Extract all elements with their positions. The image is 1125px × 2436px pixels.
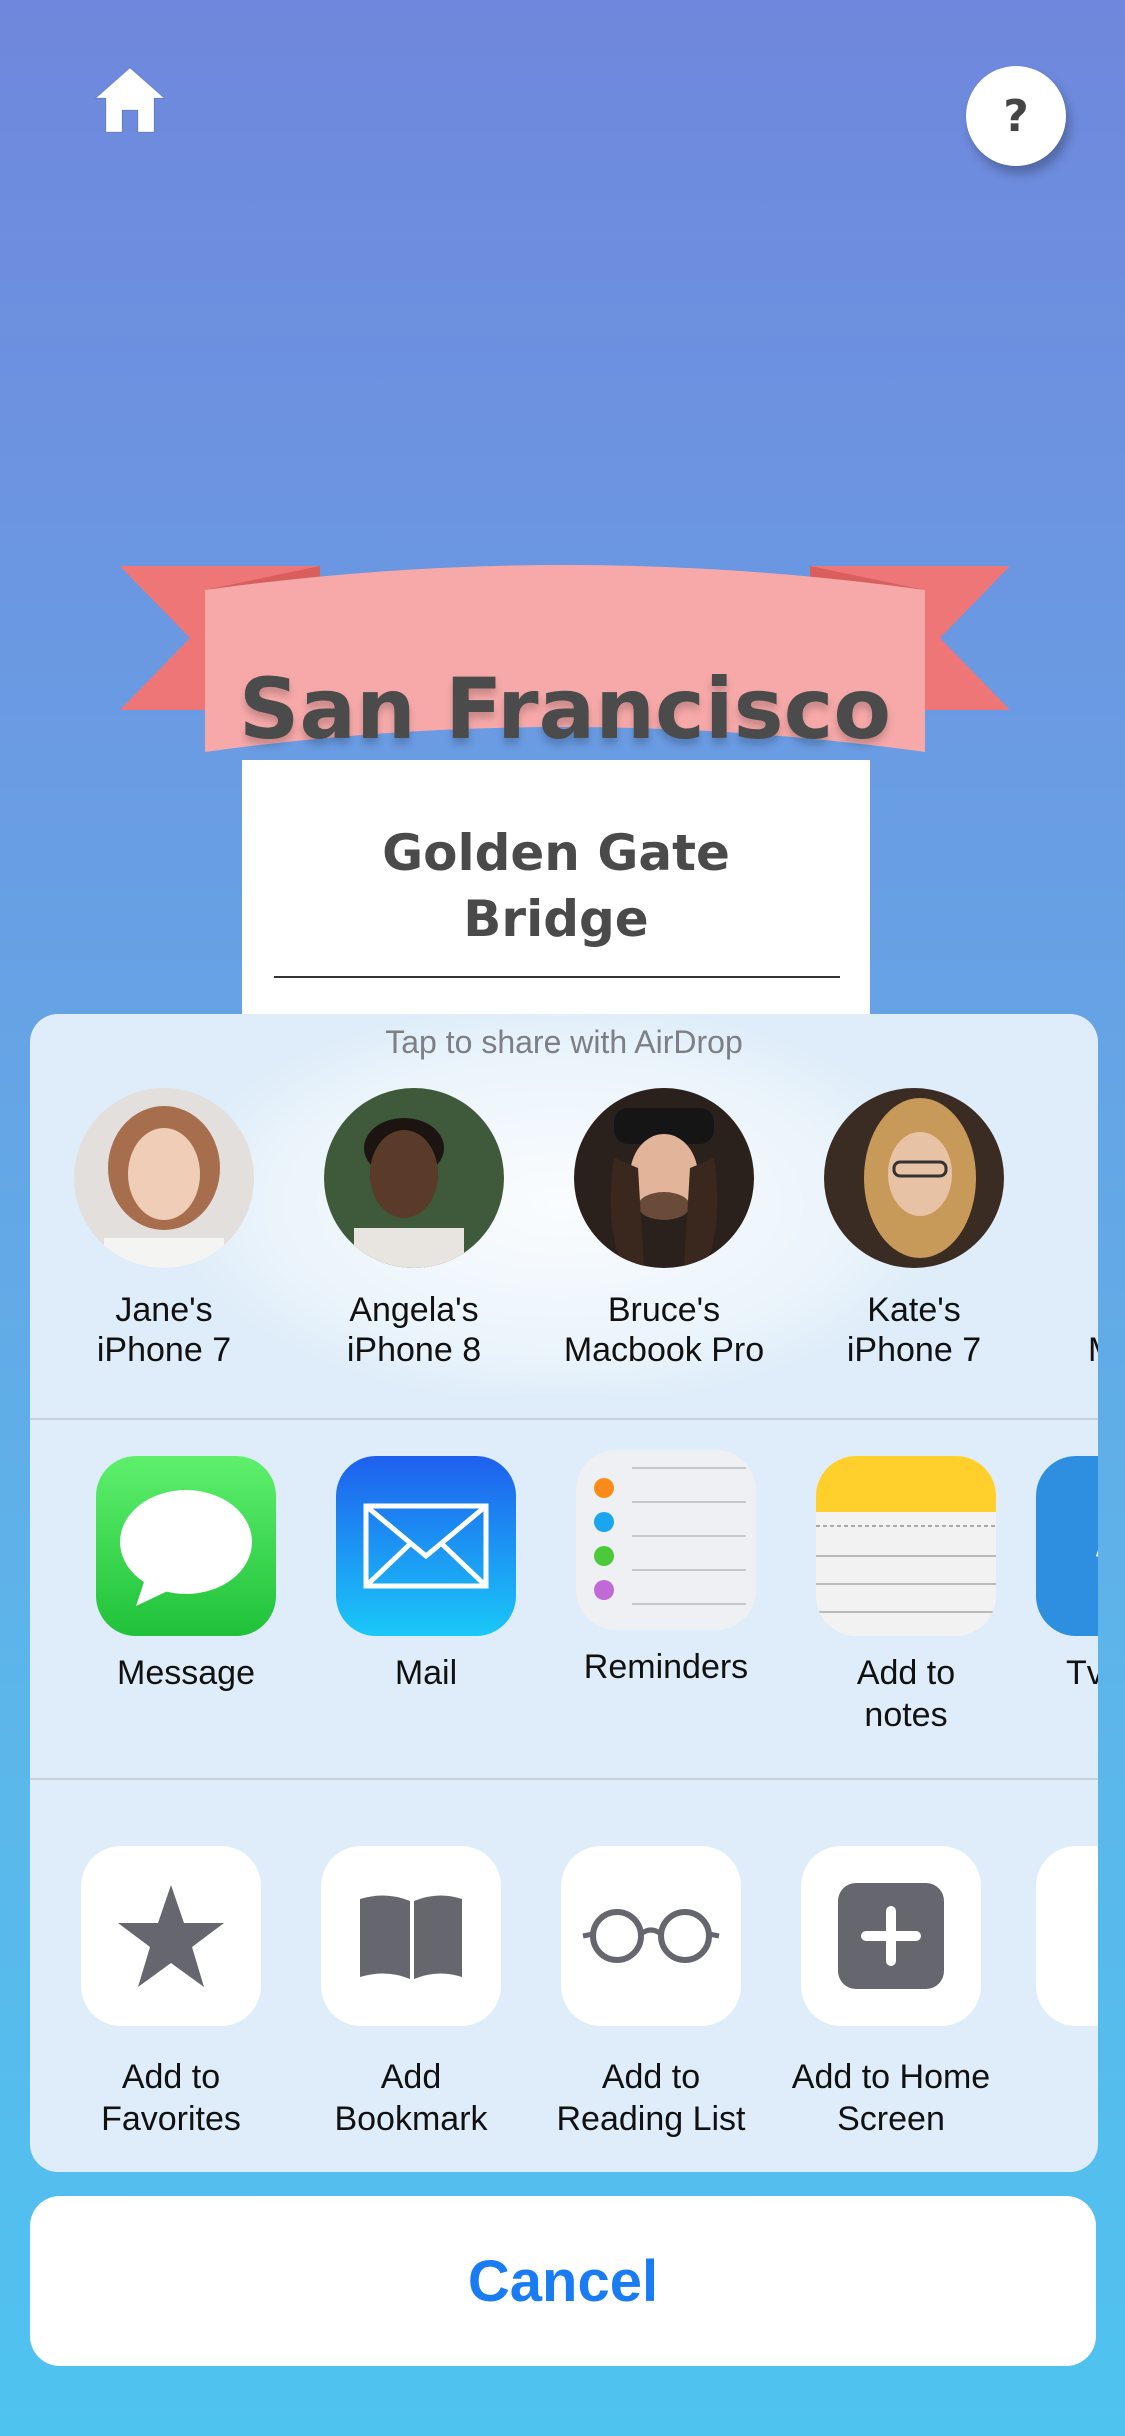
action-label: Add to Favorites (101, 2058, 241, 2138)
action-add-reading-list[interactable]: Add to Reading List (521, 1846, 781, 2140)
app-label: Add to notes (856, 1654, 956, 1734)
airdrop-person[interactable]: Ma (1044, 1088, 1098, 1370)
app-message[interactable]: Message (76, 1456, 296, 1694)
person-name: Jane's iPhone 7 (96, 1291, 232, 1369)
book-icon (360, 1895, 462, 1979)
person-name: Ma (1088, 1290, 1098, 1370)
plus-square-icon (838, 1883, 944, 1989)
app-label: Message (117, 1654, 255, 1692)
mail-icon (336, 1456, 516, 1636)
reminders-icon (576, 1450, 756, 1630)
divider (30, 1418, 1098, 1420)
cancel-button[interactable]: Cancel (30, 2196, 1096, 2366)
action-label: Add Bookmark (334, 2058, 488, 2138)
app-notes[interactable]: Add to notes (796, 1456, 1016, 1736)
city-banner: San Francisco (110, 560, 1020, 800)
notes-icon (816, 1456, 996, 1636)
airdrop-person[interactable]: Jane's iPhone 7 (44, 1088, 284, 1370)
airdrop-person[interactable]: Bruce's Macbook Pro (544, 1088, 784, 1370)
twitter-icon (1036, 1456, 1098, 1636)
landmark-name: Golden Gate Bridge (382, 824, 730, 948)
app-label: Mail (394, 1654, 458, 1692)
app-label: Reminders (583, 1648, 749, 1686)
avatar (74, 1088, 254, 1268)
action-add-bookmark[interactable]: Add Bookmark (281, 1846, 541, 2140)
glasses-icon (582, 1909, 720, 1963)
app-reminders[interactable]: Reminders (556, 1450, 776, 1688)
avatar (324, 1088, 504, 1268)
airdrop-label: Tap to share with AirDrop (385, 1024, 743, 1060)
card-divider (274, 976, 840, 978)
action-label: Add to Home Screen (791, 2058, 991, 2138)
airdrop-person[interactable]: Kate's iPhone 7 (794, 1088, 1034, 1370)
person-name: Angela's iPhone 8 (346, 1291, 482, 1369)
divider (30, 1778, 1098, 1780)
help-button[interactable]: ? (966, 66, 1066, 166)
airdrop-person[interactable]: Angela's iPhone 8 (294, 1088, 534, 1370)
home-icon (94, 67, 166, 133)
action-label: Add to Reading List (556, 2058, 746, 2138)
action-add-favorites[interactable]: Add to Favorites (41, 1846, 301, 2140)
person-name: Bruce's Macbook Pro (563, 1291, 765, 1369)
person-name: Kate's iPhone 7 (846, 1291, 982, 1369)
app-mail[interactable]: Mail (316, 1456, 536, 1694)
home-button[interactable] (92, 62, 168, 138)
share-sheet: Tap to share with AirDrop Jane's iPhone … (30, 1014, 1098, 2172)
app-twitter[interactable]: Tv (1036, 1456, 1098, 1694)
star-icon (118, 1885, 224, 1987)
action-partial[interactable] (1036, 1846, 1098, 2026)
action-add-home-screen[interactable]: Add to Home Screen (761, 1846, 1021, 2140)
app-label: Tv (1066, 1654, 1098, 1692)
city-title: San Francisco (238, 660, 892, 758)
avatar (824, 1088, 1004, 1268)
message-icon (96, 1456, 276, 1636)
avatar (574, 1088, 754, 1268)
